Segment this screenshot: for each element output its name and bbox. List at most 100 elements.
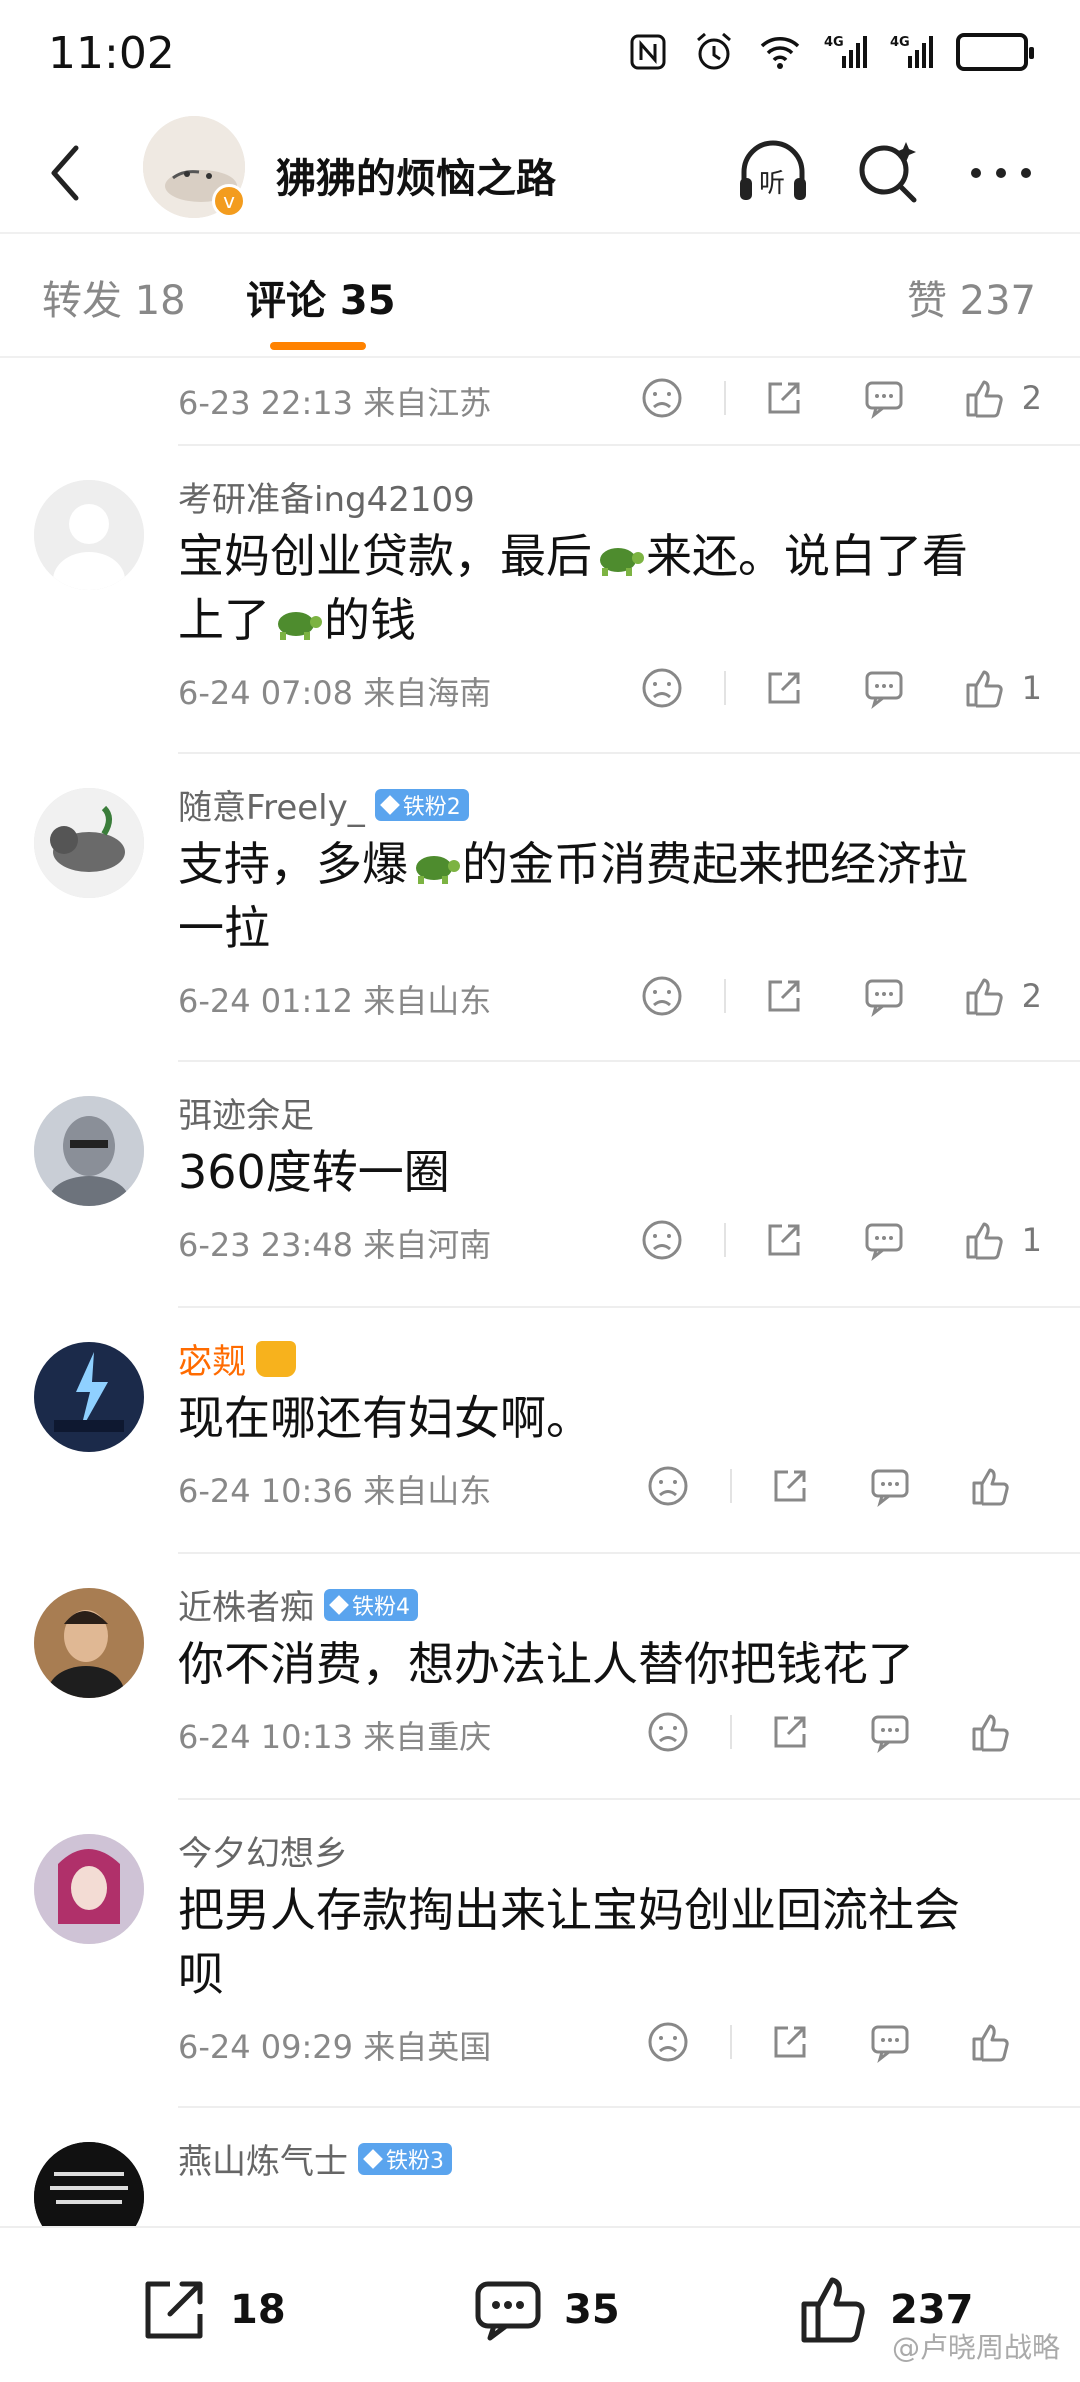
- action-divider: [723, 1223, 726, 1257]
- reply-button[interactable]: [866, 2018, 914, 2066]
- user-avatar[interactable]: [34, 1342, 144, 1452]
- username-row: 考研准备ing42109: [178, 472, 475, 521]
- repost-button[interactable]: 18: [136, 2272, 286, 2348]
- tab-active-indicator: [270, 342, 366, 350]
- reply-button[interactable]: [860, 374, 908, 422]
- more-dots-icon: [971, 168, 1031, 178]
- reply-button[interactable]: [866, 1708, 914, 1756]
- username-row: 燕山炼气士 铁粉3: [178, 2134, 452, 2183]
- watermark-text: @卢晓周战略: [891, 2331, 1060, 2364]
- user-avatar[interactable]: [34, 480, 144, 590]
- repost-count: 18: [230, 2287, 286, 2333]
- username-row: 随意Freely_ 铁粉2: [178, 780, 469, 829]
- username[interactable]: 随意Freely_: [178, 780, 365, 829]
- user-avatar[interactable]: [34, 1588, 144, 1698]
- username-row: 近株者痴 铁粉4: [178, 1580, 418, 1629]
- dislike-button[interactable]: [638, 664, 686, 712]
- comment-actions: [644, 1708, 1014, 1756]
- share-button[interactable]: [760, 664, 808, 712]
- alarm-icon: [692, 30, 736, 74]
- like-button[interactable]: [960, 374, 1008, 422]
- username[interactable]: 近株者痴: [178, 1580, 314, 1629]
- thumbs-up-icon: [801, 2277, 865, 2343]
- wifi-icon: [758, 30, 802, 74]
- fan-badge: 铁粉3: [358, 2142, 452, 2175]
- username[interactable]: 考研准备ing42109: [178, 472, 475, 521]
- user-avatar[interactable]: [34, 788, 144, 898]
- comment-text: 宝妈创业贷款，最后 来还。说白了看 上了 的钱: [178, 529, 968, 647]
- comment-meta: 6-23 22:13 来自江苏: [178, 384, 492, 422]
- svg-text:4G: 4G: [824, 35, 844, 50]
- comment-divider: [178, 1552, 1080, 1554]
- username-row: 弭迹余足: [178, 1088, 314, 1137]
- dislike-button[interactable]: [644, 1462, 692, 1510]
- back-button[interactable]: [34, 136, 98, 210]
- comment-text: 你不消费，想办法让人替你把钱花了: [178, 1637, 914, 1691]
- comment-meta: 6-24 10:13 来自重庆: [178, 1718, 492, 1756]
- share-button[interactable]: [760, 1216, 808, 1264]
- tab-comments[interactable]: 评论 35: [246, 268, 396, 326]
- share-button[interactable]: [760, 972, 808, 1020]
- dislike-button[interactable]: [638, 972, 686, 1020]
- comment-divider: [178, 1798, 1080, 1800]
- share-button[interactable]: [766, 2018, 814, 2066]
- share-button[interactable]: [766, 1462, 814, 1510]
- dislike-button[interactable]: [644, 1708, 692, 1756]
- battery-icon: [956, 33, 1034, 71]
- comment-divider: [178, 752, 1080, 754]
- status-time: 11:02: [48, 28, 175, 79]
- action-divider: [730, 2025, 732, 2059]
- username[interactable]: 宓觌: [178, 1334, 246, 1383]
- tab-bar: 转发 18 评论 35 赞 237: [0, 234, 1080, 358]
- username-row: 宓觌: [178, 1334, 296, 1383]
- bottom-action-bar: 18 35 237 @卢晓周战略: [0, 2226, 1080, 2382]
- share-button[interactable]: [760, 374, 808, 422]
- fan-badge: 铁粉4: [324, 1588, 418, 1621]
- like-count: 1: [1021, 669, 1042, 707]
- username[interactable]: 弭迹余足: [178, 1088, 314, 1137]
- like-button[interactable]: [960, 1216, 1008, 1264]
- comment-divider: [178, 1060, 1080, 1062]
- fan-badge: 铁粉2: [374, 788, 469, 821]
- user-avatar[interactable]: [34, 2142, 144, 2226]
- dislike-button[interactable]: [644, 2018, 692, 2066]
- comment-text: 支持，多爆 的金币消费起来把经济拉 一拉: [178, 837, 968, 955]
- share-button[interactable]: [766, 1708, 814, 1756]
- turtle-emoji-icon: [600, 548, 644, 576]
- headphones-icon: 听: [740, 140, 806, 200]
- reply-button[interactable]: [860, 664, 908, 712]
- comment-text: 360度转一圈: [178, 1145, 450, 1199]
- share-icon: [145, 2281, 203, 2339]
- user-avatar[interactable]: [34, 1834, 144, 1944]
- like-count: 2: [1021, 977, 1042, 1015]
- header: v 狒狒的烦恼之路 听: [0, 112, 1080, 234]
- svg-text:听: 听: [759, 169, 785, 199]
- tab-likes[interactable]: 赞 237: [907, 268, 1036, 326]
- more-button[interactable]: [960, 132, 1042, 214]
- comment-meta: 6-24 01:12 来自山东: [178, 982, 492, 1020]
- like-button[interactable]: [966, 1462, 1014, 1510]
- tab-repost[interactable]: 转发 18: [42, 268, 186, 326]
- reply-button[interactable]: [860, 1216, 908, 1264]
- nfc-icon: [626, 30, 670, 74]
- like-count: 2: [1021, 379, 1042, 417]
- comment-text: 把男人存款掏出来让宝妈创业回流社会呗: [178, 1883, 960, 2001]
- like-button[interactable]: [960, 664, 1008, 712]
- crown-icon: [256, 1340, 296, 1377]
- listen-button[interactable]: 听: [732, 132, 814, 214]
- reply-button[interactable]: [860, 972, 908, 1020]
- like-button[interactable]: [960, 972, 1008, 1020]
- like-button[interactable]: [966, 1708, 1014, 1756]
- username[interactable]: 燕山炼气士: [178, 2134, 348, 2183]
- reply-button[interactable]: [866, 1462, 914, 1510]
- username[interactable]: 今夕幻想乡: [178, 1826, 348, 1875]
- search-button[interactable]: [848, 132, 930, 214]
- like-button[interactable]: [966, 2018, 1014, 2066]
- user-avatar[interactable]: [34, 1096, 144, 1206]
- dislike-button[interactable]: [638, 1216, 686, 1264]
- comment-actions: 1: [638, 664, 1042, 712]
- turtle-emoji-icon: [416, 856, 460, 884]
- dislike-button[interactable]: [638, 374, 686, 422]
- comment-button[interactable]: 35: [470, 2272, 620, 2348]
- comment-list[interactable]: 6-23 22:13 来自江苏 2 考研准备ing42109 宝妈创业贷款，最后…: [0, 358, 1080, 2226]
